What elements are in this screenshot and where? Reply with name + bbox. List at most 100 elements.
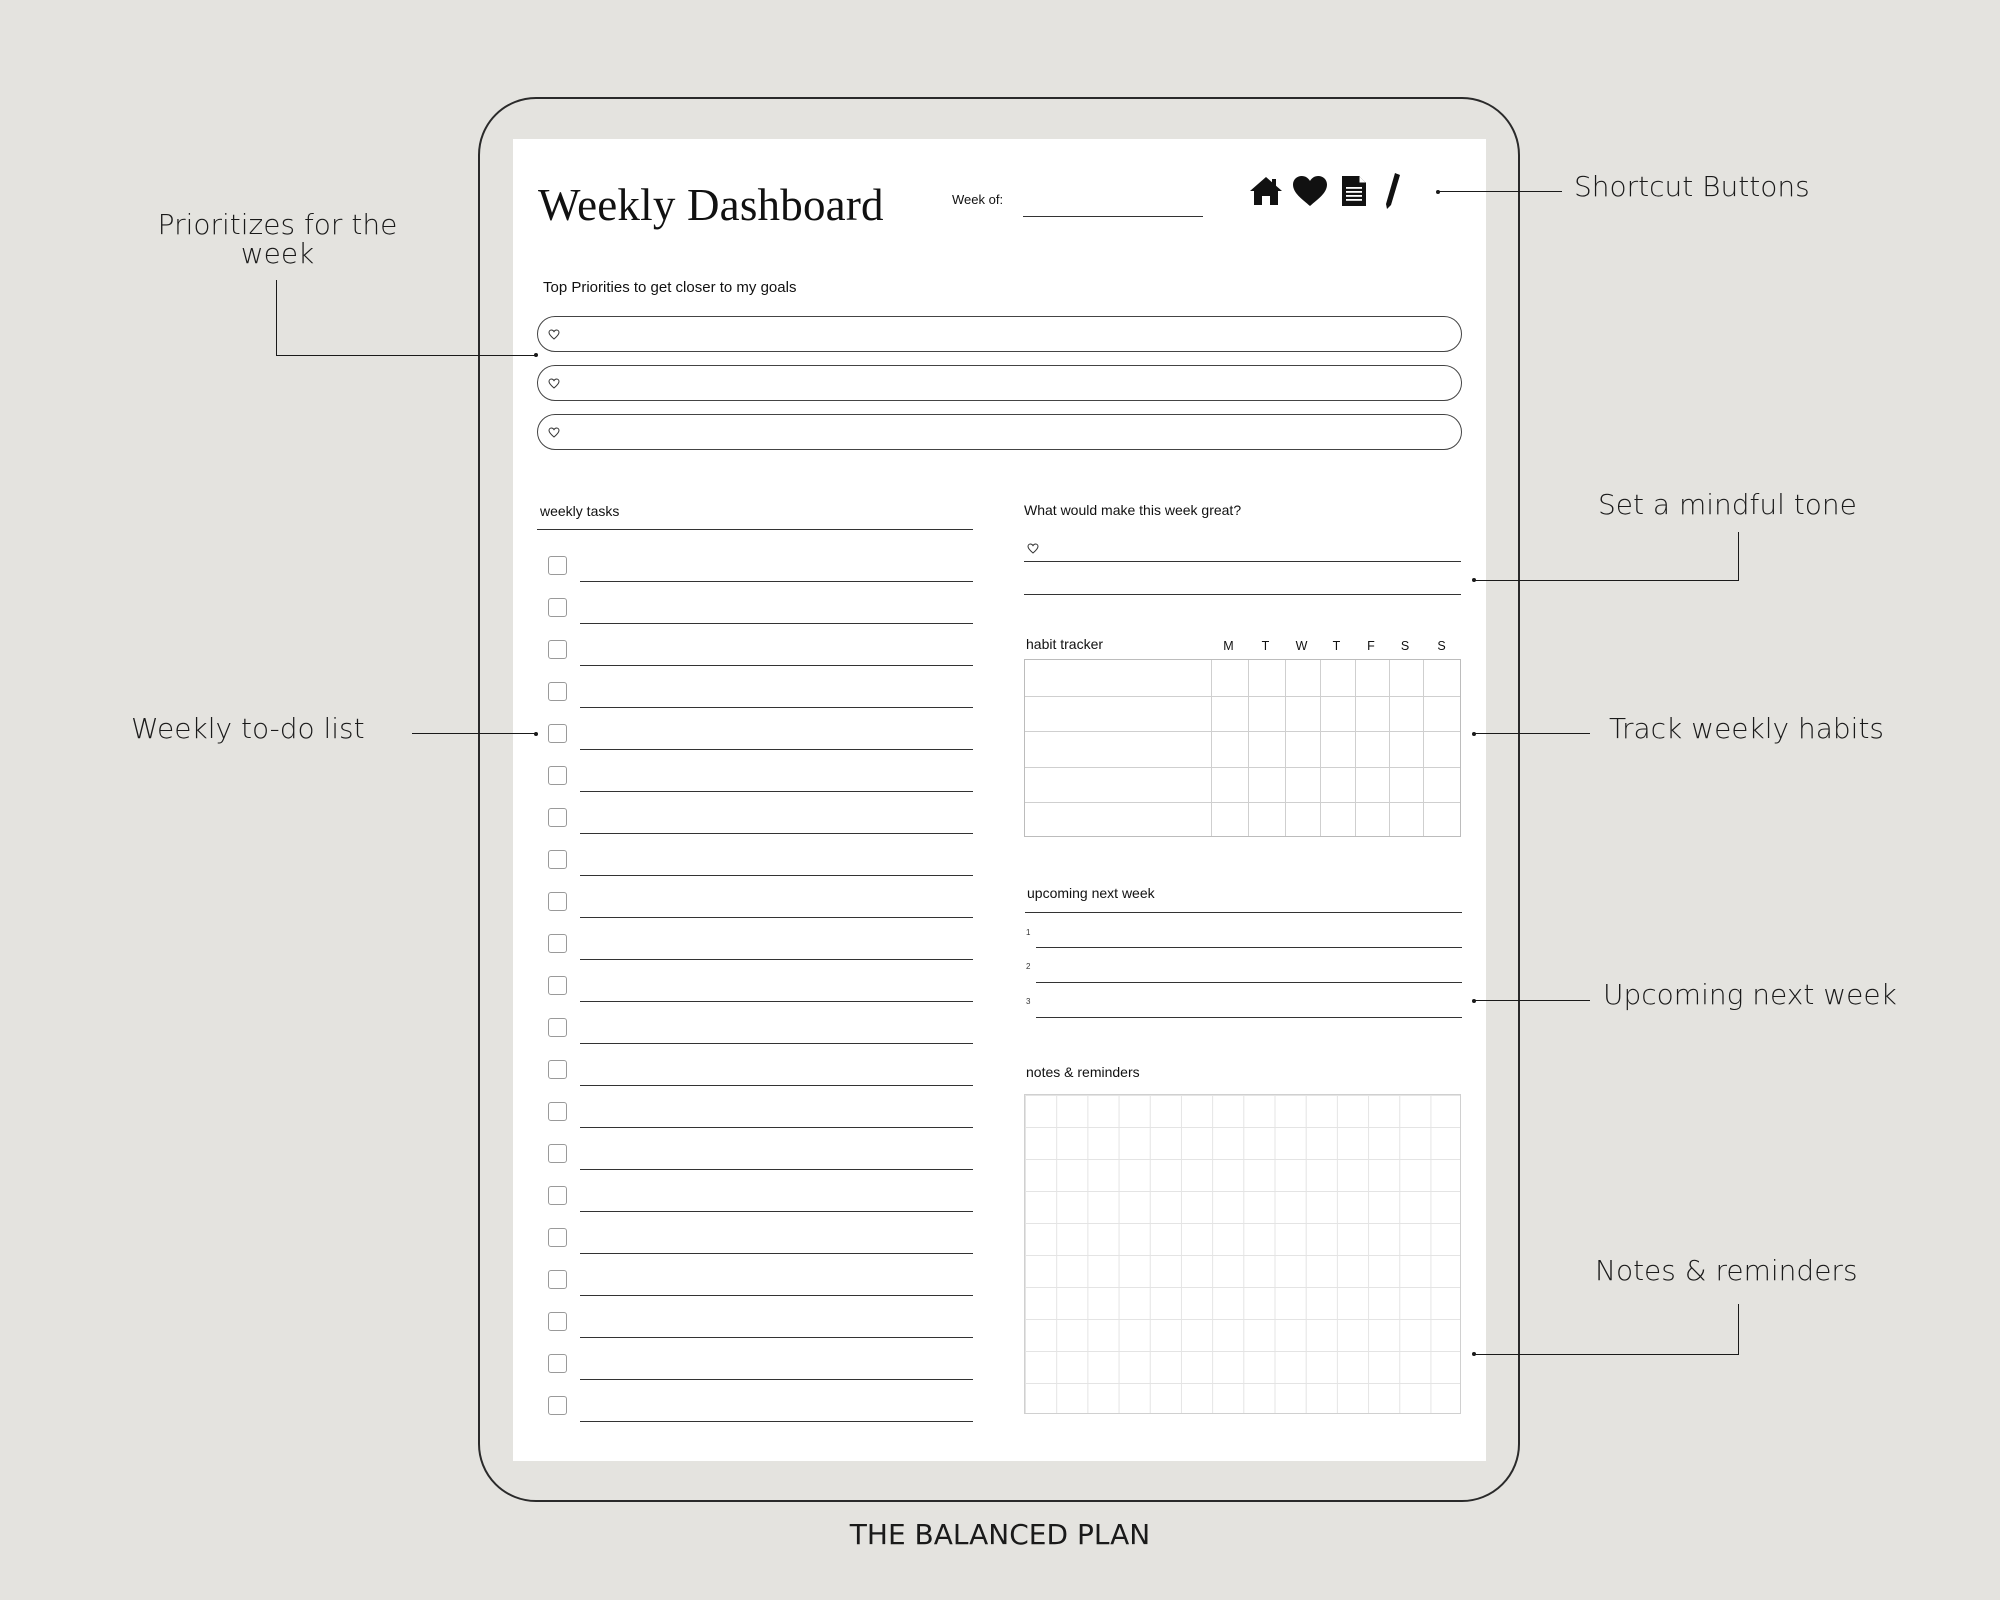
week-of-field[interactable] [1023,197,1203,217]
task-input-line[interactable] [580,623,973,624]
upcoming-field-1[interactable] [1036,921,1462,948]
task-checkbox[interactable] [548,1354,567,1373]
task-input-line[interactable] [580,959,973,960]
task-checkbox[interactable] [548,1060,567,1079]
task-input-line[interactable] [580,1169,973,1170]
task-checkbox[interactable] [548,682,567,701]
task-input-line[interactable] [580,749,973,750]
notes-shortcut-button[interactable] [1334,171,1374,211]
task-row [548,590,973,632]
home-shortcut-button[interactable] [1246,171,1286,211]
habit-grid-row-line [1025,695,1460,697]
upcoming-field-2[interactable] [1036,955,1462,983]
heart-outline-icon [548,377,560,389]
habit-day-1: T [1261,639,1270,653]
task-checkbox[interactable] [548,850,567,869]
priority-field-2[interactable] [537,365,1462,401]
priority-field-3[interactable] [537,414,1462,450]
task-row [548,1388,973,1430]
task-input-line[interactable] [580,1211,973,1212]
callout-dot [534,353,538,357]
task-checkbox[interactable] [548,1102,567,1121]
task-checkbox[interactable] [548,1396,567,1415]
priority-field-1[interactable] [537,316,1462,352]
task-row [548,716,973,758]
callout-dot [1436,190,1440,194]
task-row [548,548,973,590]
task-checkbox[interactable] [548,1270,567,1289]
callout-mindful: Set a mindful tone [1598,488,1857,521]
callout-notes-connector [1474,1304,1739,1355]
task-input-line[interactable] [580,1379,973,1380]
task-input-line[interactable] [580,581,973,582]
notes-label: notes & reminders [1026,1064,1140,1080]
task-checkbox[interactable] [548,976,567,995]
task-row [548,1178,973,1220]
task-checkbox[interactable] [548,556,567,575]
task-input-line[interactable] [580,791,973,792]
task-checkbox[interactable] [548,766,567,785]
task-input-line[interactable] [580,1295,973,1296]
task-input-line[interactable] [580,707,973,708]
upcoming-number-2: 2 [1026,962,1031,971]
task-row [548,926,973,968]
task-checkbox[interactable] [548,724,567,743]
task-input-line[interactable] [580,1421,973,1422]
task-checkbox[interactable] [548,598,567,617]
task-row [548,1136,973,1178]
callout-todo-connector [412,733,536,734]
task-row [548,1010,973,1052]
great-week-field-2[interactable] [1024,572,1461,595]
task-checkbox[interactable] [548,808,567,827]
upcoming-label: upcoming next week [1027,885,1155,901]
callout-dot [1472,1352,1476,1356]
habit-day-6: S [1437,639,1446,653]
task-row [548,1094,973,1136]
brand-footer: THE BALANCED PLAN [849,1518,1151,1551]
task-input-line[interactable] [580,665,973,666]
task-input-line[interactable] [580,1253,973,1254]
weekly-tasks-label: weekly tasks [540,503,620,519]
task-input-line[interactable] [580,1337,973,1338]
habit-tracker-label: habit tracker [1026,636,1104,652]
task-checkbox[interactable] [548,1144,567,1163]
task-input-line[interactable] [580,833,973,834]
edit-shortcut-button[interactable] [1373,171,1413,211]
callout-priorities: Prioritizes for the week [157,208,398,270]
task-row [548,968,973,1010]
task-input-line[interactable] [580,875,973,876]
task-input-line[interactable] [580,1001,973,1002]
task-input-line[interactable] [580,1127,973,1128]
task-input-line[interactable] [580,917,973,918]
task-row [548,758,973,800]
upcoming-field-3[interactable] [1036,990,1462,1018]
habit-grid-column-line [1389,660,1390,836]
task-row [548,1220,973,1262]
heart-outline-icon [548,328,560,340]
task-checkbox[interactable] [548,1186,567,1205]
great-week-field-1[interactable] [1024,536,1461,562]
task-input-line[interactable] [580,1085,973,1086]
habit-grid-column-line [1248,660,1249,836]
habit-tracker-grid[interactable] [1024,659,1461,837]
callout-habits: Track weekly habits [1609,712,1885,745]
task-checkbox[interactable] [548,934,567,953]
favorites-shortcut-button[interactable] [1290,171,1330,211]
task-row [548,800,973,842]
task-checkbox[interactable] [548,640,567,659]
task-checkbox[interactable] [548,1018,567,1037]
notes-grid[interactable] [1024,1094,1461,1414]
page-title: Weekly Dashboard [538,180,884,230]
callout-dot [1472,999,1476,1003]
callout-dot [1472,732,1476,736]
task-checkbox[interactable] [548,1312,567,1331]
task-checkbox[interactable] [548,892,567,911]
task-checkbox[interactable] [548,1228,567,1247]
tasks-header-rule [537,529,973,530]
task-input-line[interactable] [580,1043,973,1044]
habit-day-0: M [1223,639,1234,653]
callout-upcoming-connector [1474,1000,1590,1001]
callout-todo: Weekly to-do list [131,712,365,745]
callout-upcoming: Upcoming next week [1603,978,1897,1011]
priorities-label: Top Priorities to get closer to my goals [543,279,797,296]
